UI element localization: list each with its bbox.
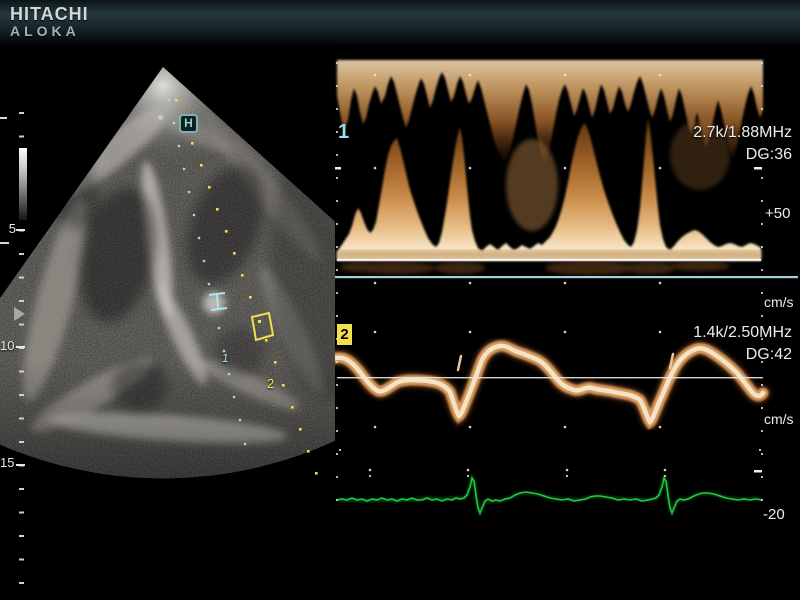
focus-marker-icon[interactable] [14,307,25,321]
orientation-marker: H [179,114,198,133]
depth-label-5: 5 [2,221,16,236]
panel2-gain: DG:42 [600,346,792,364]
doppler1-baseline [337,259,761,261]
grayscale-bar [19,148,27,220]
doppler2-baseline [337,377,763,378]
gate2-label: 2 [267,376,274,391]
panel2-badge: 2 [337,324,352,345]
panel1-scale-top: +50 [765,205,790,222]
doppler-panels [335,45,800,555]
panel-divider [335,276,798,278]
panel1-prf-freq: 2.7k/1.88MHz [600,124,792,142]
panel1-gain: DG:36 [600,146,792,164]
probe-apex-marker [158,115,163,120]
panel2-prf-freq: 1.4k/2.50MHz [600,324,792,342]
panel2-unit: cm/s [764,411,794,427]
tgc-marker [0,242,9,244]
brand-aloka: ALOKA [10,23,80,39]
depth-tick-15 [16,464,25,466]
depth-tick-10 [16,346,25,348]
depth-label-15: 15 [0,455,14,470]
sector-fan [0,45,335,555]
depth-tick-5 [16,229,25,231]
title-bar: HITACHI ALOKA [0,0,800,46]
bmode-sector-display [0,45,335,555]
panel2-scale-bottom: -20 [763,506,785,523]
brand-hitachi: HITACHI [10,4,89,25]
tgc-marker [0,117,7,119]
depth-label-10: 10 [0,338,14,353]
panel1-badge: 1 [338,121,349,144]
panel1-unit: cm/s [764,294,794,310]
